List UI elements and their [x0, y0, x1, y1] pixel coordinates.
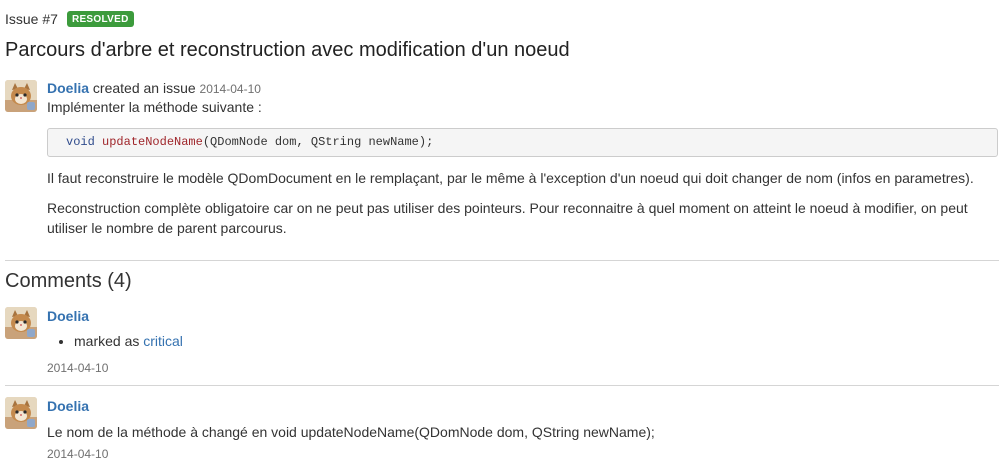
cat-avatar-icon [5, 397, 37, 429]
avatar[interactable] [5, 307, 37, 339]
comment-header: Doelia [47, 398, 999, 414]
comment-divider [5, 385, 999, 386]
issue-paragraph: Il faut reconstruire le modèle QDomDocum… [47, 170, 974, 186]
comment-date: 2014-04-10 [47, 361, 109, 375]
issue-page: Issue #7 RESOLVED Parcours d'arbre et re… [0, 0, 1001, 471]
issue-action-text: created an issue [92, 80, 196, 96]
avatar[interactable] [5, 397, 37, 429]
code-function: updateNodeName [102, 135, 203, 149]
code-keyword: void [66, 135, 95, 149]
avatar[interactable] [5, 80, 37, 112]
issue-intro: Implémenter la méthode suivante : [47, 99, 262, 115]
issue-meta: Doelia created an issue 2014-04-10 [47, 80, 999, 97]
cat-avatar-icon [5, 307, 37, 339]
issue-date: 2014-04-10 [199, 82, 261, 96]
comment-date: 2014-04-10 [47, 447, 109, 461]
comment-header: Doelia [47, 308, 999, 324]
issue-number: Issue #7 [5, 11, 58, 27]
issue-author-link[interactable]: Doelia [47, 80, 89, 96]
comment-author-link[interactable]: Doelia [47, 398, 89, 414]
event-prefix: marked as [74, 333, 140, 349]
comment-author-link[interactable]: Doelia [47, 308, 89, 324]
code-args: (QDomNode dom, QString newName); [202, 135, 434, 149]
section-divider [5, 260, 999, 261]
cat-avatar-icon [5, 80, 37, 112]
critical-priority-link[interactable]: critical [143, 333, 183, 349]
issue-header: Issue #7 RESOLVED [5, 11, 134, 27]
comments-heading: Comments (4) [5, 270, 132, 292]
code-block: void updateNodeName(QDomNode dom, QStrin… [47, 128, 998, 157]
comment-event-list: marked as critical [47, 333, 183, 349]
page-title: Parcours d'arbre et reconstruction avec … [5, 39, 570, 61]
issue-paragraph: Reconstruction complète obligatoire car … [47, 200, 968, 236]
list-item: marked as critical [74, 333, 183, 349]
status-badge: RESOLVED [66, 11, 134, 27]
comment-text: Le nom de la méthode à changé en void up… [47, 424, 655, 440]
